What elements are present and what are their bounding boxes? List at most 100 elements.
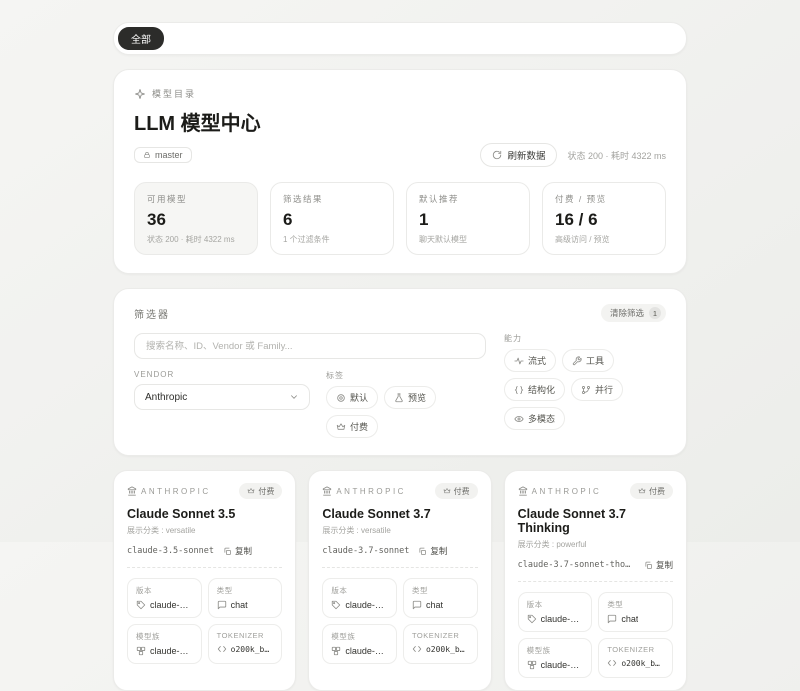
tag-chip-preview[interactable]: 预览	[384, 386, 436, 409]
stat-filter-results: 筛选结果 6 1 个过滤条件	[270, 182, 394, 255]
bank-icon	[127, 486, 137, 496]
copy-button[interactable]: 复制	[644, 559, 673, 571]
braces-icon	[514, 385, 524, 395]
field-value: chat	[426, 600, 443, 610]
boxes-icon	[331, 646, 341, 656]
wrench-icon	[572, 356, 582, 366]
stats-row: 可用模型 36 状态 200 · 耗时 4322 ms 筛选结果 6 1 个过滤…	[134, 182, 666, 255]
boxes-icon	[527, 660, 537, 670]
capability-chip-label: 结构化	[528, 383, 555, 396]
tag-icon	[331, 600, 341, 610]
field-tokenizer: TOKENIZER o200k_base	[208, 624, 283, 664]
stat-label: 付费 / 预览	[555, 193, 653, 205]
field-value: o200k_base	[426, 645, 469, 654]
tag-chip-label: 预览	[408, 391, 426, 404]
model-category: 展示分类 : versatile	[322, 525, 477, 536]
filter-card: 筛选器 清除筛选 1 VENDOR Anthropic	[113, 288, 687, 456]
page-title: LLM 模型中心	[134, 107, 666, 136]
field-label: 模型族	[331, 631, 388, 642]
stat-value: 6	[283, 210, 381, 230]
activity-icon	[514, 356, 524, 366]
field-value: claude-3.7-sonnet	[541, 660, 584, 670]
refresh-label: 刷新数据	[507, 148, 545, 162]
field-label: 版本	[136, 585, 193, 596]
stat-value: 1	[419, 210, 517, 230]
stat-paid-preview: 付费 / 预览 16 / 6 高级访问 / 预览	[542, 182, 666, 255]
field-value: claude-3.5-sonnet	[150, 600, 193, 610]
field-tokenizer: TOKENIZER o200k_base	[598, 638, 673, 678]
refresh-button[interactable]: 刷新数据	[480, 143, 557, 167]
field-type: 类型 chat	[208, 578, 283, 618]
tags-label: 标签	[326, 370, 486, 381]
model-name: Claude Sonnet 3.7 Thinking	[518, 507, 673, 535]
paid-badge: 付费	[630, 483, 673, 499]
copy-icon	[418, 547, 427, 556]
model-card-claude-sonnet-3-5[interactable]: ANTHROPIC 付费 Claude Sonnet 3.5 展示分类 : ve…	[113, 470, 296, 691]
tag-icon	[527, 614, 537, 624]
capability-chip-streaming[interactable]: 流式	[504, 349, 556, 372]
tags-group: 标签 默认	[326, 370, 486, 438]
model-category-label: 展示分类 :	[322, 526, 358, 535]
chat-icon	[412, 600, 422, 610]
boxes-icon	[136, 646, 146, 656]
branch-label: master	[155, 150, 183, 160]
capability-chip-tools[interactable]: 工具	[562, 349, 614, 372]
catalog-icon	[134, 88, 146, 100]
field-version: 版本 claude-3.7-sonnet-thought	[518, 592, 593, 632]
branch-badge: master	[134, 147, 192, 163]
tag-chip-paid[interactable]: 付费	[326, 415, 378, 438]
copy-button[interactable]: 复制	[223, 545, 252, 557]
capability-chip-structured[interactable]: 结构化	[504, 378, 565, 401]
clear-filters-button[interactable]: 清除筛选 1	[601, 304, 666, 322]
capability-chip-parallel[interactable]: 并行	[571, 378, 623, 401]
copy-icon	[644, 561, 653, 570]
capability-chip-label: 流式	[528, 354, 546, 367]
bank-icon	[322, 486, 332, 496]
field-value: o200k_base	[621, 659, 664, 668]
crown-icon	[443, 487, 451, 495]
model-category-label: 展示分类 :	[518, 540, 554, 549]
stat-value: 16 / 6	[555, 210, 653, 230]
model-card-grid: ANTHROPIC 付费 Claude Sonnet 3.5 展示分类 : ve…	[113, 470, 687, 691]
field-label: TOKENIZER	[217, 631, 274, 640]
paid-badge-label: 付费	[454, 486, 470, 497]
field-version: 版本 claude-3.5-sonnet	[127, 578, 202, 618]
stat-sub: 聊天默认模型	[419, 234, 517, 245]
field-label: 版本	[331, 585, 388, 596]
eye-icon	[514, 414, 524, 424]
model-card-claude-sonnet-3-7[interactable]: ANTHROPIC 付费 Claude Sonnet 3.7 展示分类 : ve…	[308, 470, 491, 691]
field-family: 模型族 claude-3.7-sonnet	[322, 624, 397, 664]
model-card-claude-sonnet-3-7-thinking[interactable]: ANTHROPIC 付费 Claude Sonnet 3.7 Thinking …	[504, 470, 687, 691]
stat-sub: 高级访问 / 预览	[555, 234, 653, 245]
vendor-tag: ANTHROPIC	[127, 486, 211, 496]
capability-chip-multimodal[interactable]: 多模态	[504, 407, 565, 430]
copy-button-label: 复制	[430, 545, 447, 557]
tag-icon	[136, 600, 146, 610]
code-icon	[607, 658, 617, 668]
stat-label: 默认推荐	[419, 193, 517, 205]
clear-filters-label: 清除筛选	[610, 307, 644, 319]
field-label: 类型	[412, 585, 469, 596]
chat-icon	[607, 614, 617, 624]
field-label: TOKENIZER	[607, 645, 664, 654]
flask-icon	[394, 393, 404, 403]
model-category-label: 展示分类 :	[127, 526, 163, 535]
field-value: claude-3.7-sonnet	[345, 600, 388, 610]
copy-button[interactable]: 复制	[418, 545, 447, 557]
model-id: claude-3.7-sonnet-thought	[518, 560, 635, 570]
chevron-down-icon	[289, 392, 299, 402]
field-tokenizer: TOKENIZER o200k_base	[403, 624, 478, 664]
catalog-label: 模型目录	[152, 87, 196, 100]
crown-icon	[638, 487, 646, 495]
tag-chip-default[interactable]: 默认	[326, 386, 378, 409]
field-type: 类型 chat	[598, 592, 673, 632]
search-input[interactable]	[134, 333, 486, 359]
filter-all-button[interactable]: 全部	[118, 27, 164, 50]
bank-icon	[518, 486, 528, 496]
vendor-label: VENDOR	[134, 370, 310, 379]
model-category: 展示分类 : versatile	[127, 525, 282, 536]
capability-chip-label: 并行	[595, 383, 613, 396]
vendor-select[interactable]: Anthropic	[134, 384, 310, 410]
field-label: TOKENIZER	[412, 631, 469, 640]
field-value: chat	[621, 614, 638, 624]
